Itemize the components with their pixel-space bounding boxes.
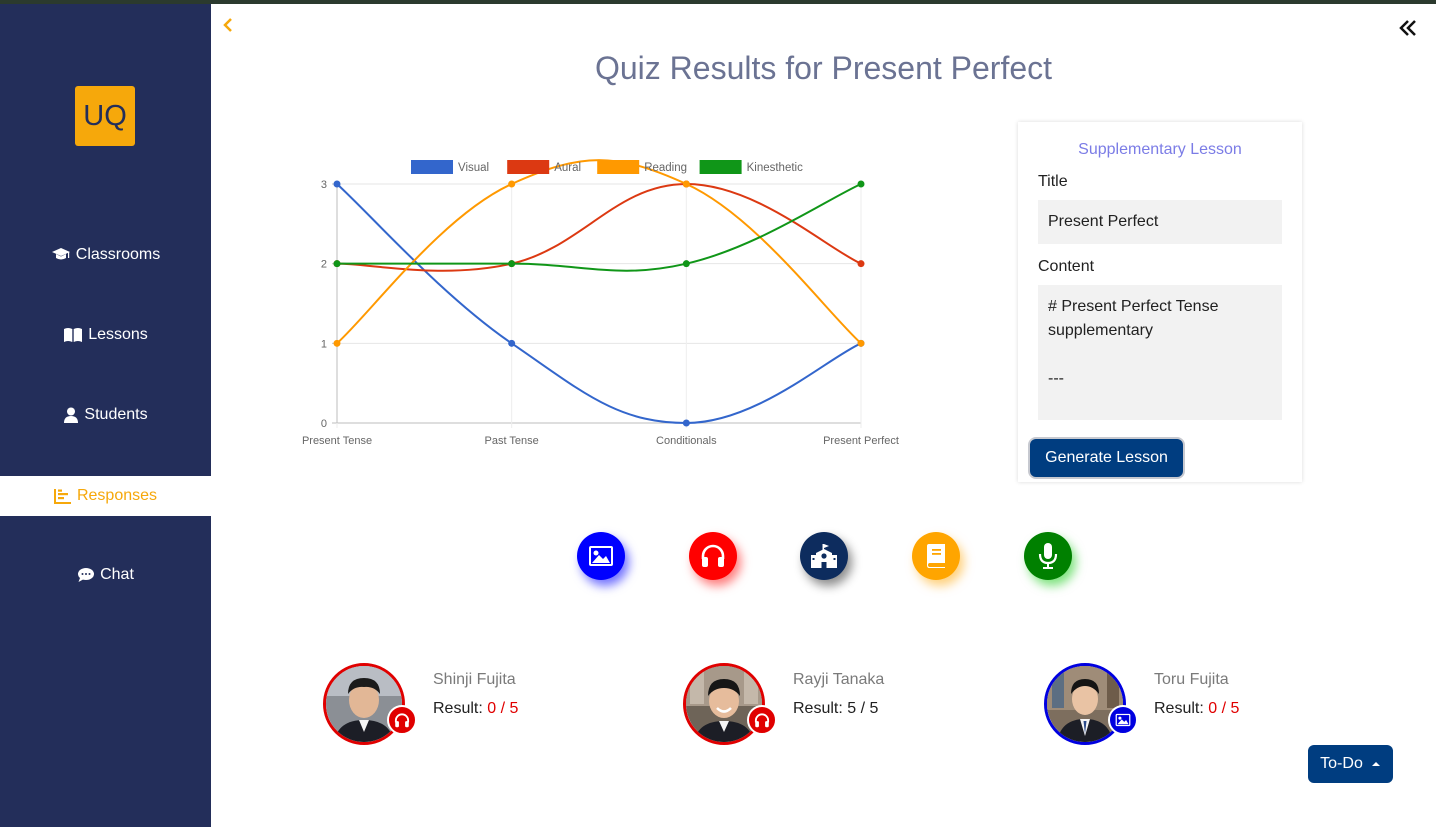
double-chevron-left-icon[interactable]: [1396, 16, 1420, 40]
caret-up-icon: [1371, 762, 1380, 766]
avatar: [323, 663, 405, 745]
sidebar-item-lessons[interactable]: Lessons: [0, 315, 211, 355]
student-name: Rayji Tanaka: [793, 671, 885, 688]
data-point-reading: [682, 180, 690, 188]
result-score: 0 / 5: [487, 700, 519, 717]
data-point-visual: [333, 180, 341, 188]
sidebar-item-label: Students: [84, 406, 148, 423]
y-tick-label: 3: [321, 179, 327, 191]
avatar: [1044, 663, 1126, 745]
sidebar-item-label: Chat: [100, 566, 134, 583]
content-label: Content: [1038, 258, 1095, 275]
result-label: Result:: [1154, 700, 1204, 717]
book-open-icon: [64, 328, 83, 342]
learning-style-kinesthetic[interactable]: [800, 532, 848, 580]
sidebar-item-classrooms[interactable]: Classrooms: [0, 235, 211, 275]
sidebar-item-chat[interactable]: Chat: [0, 555, 211, 595]
legend-label: Visual: [458, 162, 489, 174]
student-card[interactable]: Toru Fujita Result: 0 / 5: [1044, 663, 1384, 753]
series-line-kinesthetic: [337, 183, 862, 272]
y-tick-label: 1: [321, 338, 327, 350]
learning-style-visual[interactable]: [577, 532, 625, 580]
legend-swatch: [597, 160, 640, 174]
data-point-kinesthetic: [508, 260, 516, 268]
learning-style-reading[interactable]: [912, 532, 960, 580]
x-tick-label: Conditionals: [656, 435, 717, 447]
title-input[interactable]: [1038, 200, 1282, 244]
student-name: Shinji Fujita: [433, 671, 516, 688]
image-icon: [589, 546, 613, 566]
data-point-reading: [333, 339, 341, 347]
legend-label: Reading: [644, 162, 687, 174]
series-line-reading: [336, 159, 862, 345]
sidebar-item-label: Responses: [76, 487, 158, 504]
sidebar-item-responses[interactable]: Responses: [0, 476, 211, 516]
data-point-kinesthetic: [857, 180, 865, 188]
x-tick-label: Present Tense: [302, 435, 372, 447]
supplementary-lesson-card: Supplementary Lesson Title Content # Pre…: [1018, 122, 1302, 482]
student-result: Result: 0 / 5: [1154, 700, 1239, 718]
headphones-icon: [394, 712, 410, 727]
legend-swatch: [699, 160, 742, 174]
image-icon: [1115, 713, 1131, 727]
result-score: 5 / 5: [847, 700, 879, 717]
generate-lesson-button[interactable]: Generate Lesson: [1028, 437, 1185, 479]
result-score: 0 / 5: [1208, 700, 1240, 717]
card-heading: Supplementary Lesson: [1078, 141, 1242, 158]
chevron-left-icon[interactable]: [220, 14, 236, 36]
legend-swatch: [507, 160, 550, 174]
legend-label: Aural: [554, 162, 581, 174]
school-icon: [811, 544, 837, 568]
sidebar-item-label: Lessons: [88, 326, 148, 343]
student-result: Result: 0 / 5: [433, 700, 518, 718]
bar-chart-icon: [53, 489, 71, 504]
x-tick-label: Present Perfect: [823, 435, 899, 447]
learning-style-aural[interactable]: [689, 532, 737, 580]
page-title: Quiz Results for Present Perfect: [594, 50, 1053, 86]
sidebar: UQ Classrooms Lessons Students Responses…: [0, 4, 211, 827]
sidebar-item-students[interactable]: Students: [0, 395, 211, 435]
user-icon: [64, 407, 79, 423]
headphones-icon: [701, 544, 725, 567]
legend-label: Kinesthetic: [747, 162, 804, 174]
result-label: Result:: [793, 700, 843, 717]
headphones-icon: [754, 712, 770, 727]
sidebar-item-label: Classrooms: [75, 246, 161, 263]
y-tick-label: 0: [321, 418, 327, 430]
book-icon: [927, 544, 945, 568]
legend-swatch: [411, 160, 453, 174]
data-point-visual: [508, 339, 516, 347]
student-card[interactable]: Shinji Fujita Result: 0 / 5: [323, 663, 663, 753]
learning-style-badge: [1108, 705, 1138, 735]
graduation-cap-icon: [51, 248, 70, 260]
data-point-kinesthetic: [682, 260, 690, 268]
app-logo[interactable]: UQ: [75, 86, 135, 146]
data-point-reading: [508, 180, 516, 188]
microphone-icon: [1038, 543, 1058, 569]
series-line-aural: [336, 182, 862, 272]
x-tick-label: Past Tense: [485, 435, 539, 447]
comment-icon: [78, 568, 95, 582]
data-point-kinesthetic: [333, 260, 341, 268]
todo-label: To-Do: [1320, 755, 1363, 772]
student-result: Result: 5 / 5: [793, 700, 878, 718]
learning-style-speaking[interactable]: [1024, 532, 1072, 580]
window-top-strip: [0, 0, 1436, 4]
series-line-visual: [336, 183, 862, 425]
content-textarea[interactable]: # Present Perfect Tense supplementary --…: [1038, 285, 1282, 420]
data-point-aural: [857, 260, 865, 268]
student-card[interactable]: Rayji Tanaka Result: 5 / 5: [683, 663, 1023, 753]
result-label: Result:: [433, 700, 483, 717]
quiz-results-chart: 0 1 2 3 Present Tense Past Tense Conditionals P…: [302, 159, 899, 447]
y-tick-label: 2: [321, 259, 327, 271]
learning-style-badge: [387, 705, 417, 735]
todo-button[interactable]: To-Do: [1308, 745, 1393, 783]
avatar: [683, 663, 765, 745]
title-label: Title: [1038, 173, 1068, 190]
student-name: Toru Fujita: [1154, 671, 1229, 688]
data-point-visual: [682, 419, 690, 427]
data-point-reading: [857, 339, 865, 347]
learning-style-badge: [747, 705, 777, 735]
